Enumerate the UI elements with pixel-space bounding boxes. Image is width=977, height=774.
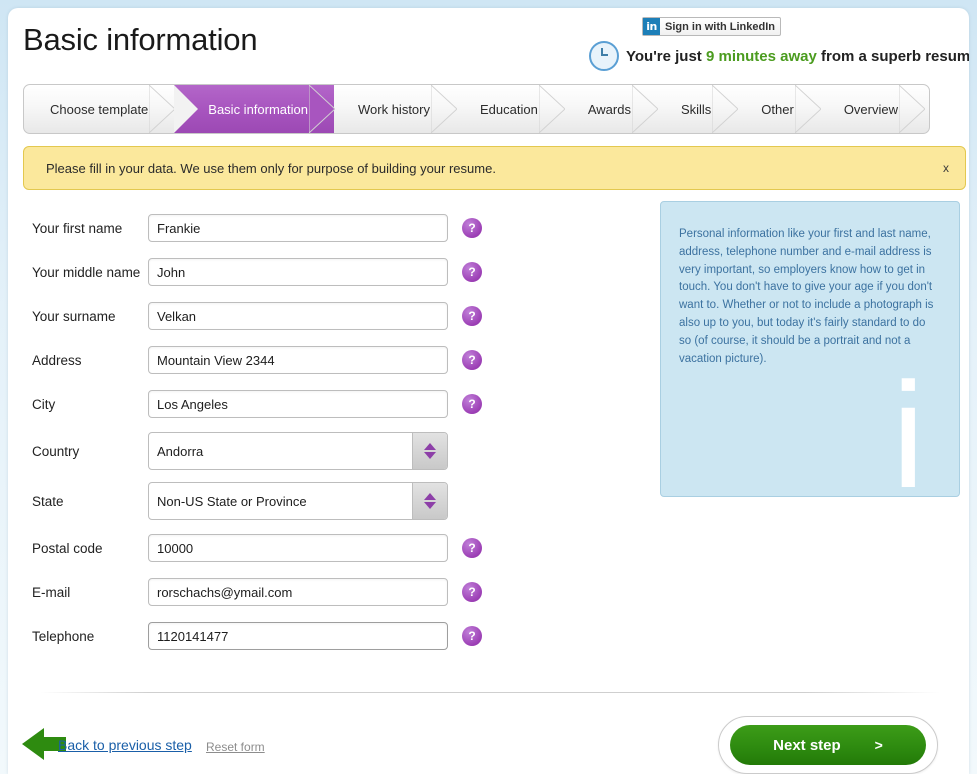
linkedin-signin-label: Sign in with LinkedIn [665,20,775,33]
notice-bar: Please fill in your data. We use them on… [23,146,966,190]
next-step-button[interactable]: Next step > [730,725,926,765]
step-label: Other [761,101,794,117]
field-label: Your surname [32,308,116,324]
linkedin-signin-button[interactable]: in Sign in with LinkedIn [642,17,781,36]
timer-message: You're just 9 minutes away from a superb… [589,41,969,71]
help-icon[interactable]: ? [462,306,482,326]
timer-prefix: You're just [626,47,706,65]
step-work-history[interactable]: Work history [334,85,457,133]
step-skills[interactable]: Skills [657,85,739,133]
timer-highlight: 9 minutes away [705,47,817,65]
step-other[interactable]: Other [737,85,821,133]
field-row: Postal code? [8,526,628,570]
field-label: Your first name [32,220,123,236]
step-label: Work history [358,101,430,117]
select-value: Andorra [157,443,204,459]
step-label: Skills [680,101,712,117]
your-surname-input[interactable] [148,302,448,330]
step-separator-icon [899,85,925,133]
chevron-updown-icon[interactable] [412,433,447,469]
field-row: Address? [8,338,628,382]
field-row: E-mail? [8,570,628,614]
step-choose-template[interactable]: Choose template [24,85,176,133]
your-first-name-input[interactable] [148,214,448,242]
chevron-right-icon: > [874,737,883,753]
step-separator-icon [149,85,176,133]
help-icon[interactable]: ? [462,350,482,370]
close-icon[interactable]: x [943,161,949,175]
country-select[interactable]: Andorra [148,432,448,470]
page-title: Basic information [23,22,258,57]
step-basic-information[interactable]: Basic information [174,85,335,133]
e-mail-input[interactable] [148,578,448,606]
step-separator-icon [712,85,739,133]
field-row: Your first name? [8,206,628,250]
info-icon: i [891,351,925,497]
help-icon[interactable]: ? [462,262,482,282]
field-label: Your middle name [32,264,141,280]
timer-text: You're just 9 minutes away from a superb… [626,48,969,65]
notice-text: Please fill in your data. We use them on… [46,160,496,176]
reset-form-link[interactable]: Reset form [206,740,265,754]
help-icon[interactable]: ? [462,538,482,558]
your-middle-name-input[interactable] [148,258,448,286]
help-icon[interactable]: ? [462,218,482,238]
field-label: E-mail [32,584,71,600]
postal-code-input[interactable] [148,534,448,562]
step-separator-icon [431,85,457,133]
footer-divider [40,692,940,693]
step-separator-icon [631,85,658,133]
address-input[interactable] [148,346,448,374]
step-separator-icon [309,85,335,133]
clock-icon [589,41,619,71]
field-label: Country [32,443,80,459]
help-icon[interactable]: ? [462,582,482,602]
field-row: Your surname? [8,294,628,338]
telephone-input[interactable] [148,622,448,650]
info-panel: Personal information like your first and… [660,201,960,497]
linkedin-icon: in [643,18,660,35]
back-to-previous-step-link[interactable]: Back to previous step [58,737,192,753]
step-label: Choose template [50,101,149,117]
step-education[interactable]: Education [456,85,565,133]
city-input[interactable] [148,390,448,418]
field-label: State [32,493,64,509]
step-separator-icon [794,85,821,133]
info-panel-text: Personal information like your first and… [679,228,934,365]
chevron-updown-icon[interactable] [412,483,447,519]
page-card: Basic information in Sign in with Linked… [8,8,969,774]
step-breadcrumb: Choose template Basic information Work his… [23,84,930,134]
help-icon[interactable]: ? [462,626,482,646]
step-separator-icon [538,85,565,133]
field-row: Your middle name? [8,250,628,294]
field-label: City [32,396,56,412]
next-step-button-frame: Next step > [718,716,938,774]
step-label: Basic information [208,101,308,117]
field-label: Telephone [32,628,95,644]
step-label: Education [480,101,538,117]
field-row: City? [8,382,628,426]
step-awards[interactable]: Awards [564,85,658,133]
step-label: Awards [587,101,631,117]
help-icon[interactable]: ? [462,394,482,414]
step-label: Overview [843,101,898,117]
field-label: Postal code [32,540,103,556]
field-row: State Non-US State or Province [8,476,628,526]
step-arrow-left [174,85,199,133]
state-select[interactable]: Non-US State or Province [148,482,448,520]
timer-suffix: from a superb resume [816,47,969,65]
step-overview[interactable]: Overview [820,85,925,133]
basic-information-form: Your first name?Your middle name?Your su… [8,206,628,658]
field-label: Address [32,352,82,368]
field-row: Telephone? [8,614,628,658]
field-row: Country Andorra [8,426,628,476]
select-value: Non-US State or Province [157,493,307,509]
next-step-label: Next step [773,736,841,754]
